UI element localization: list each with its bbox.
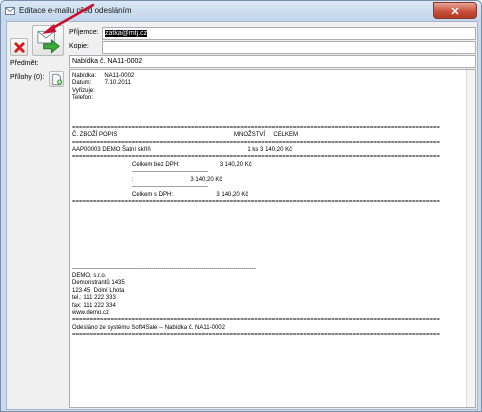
envelope-send-icon xyxy=(37,30,60,54)
delete-button[interactable] xyxy=(10,38,28,56)
window-title: Editace e-mailu před odesláním xyxy=(19,6,132,15)
title-bar: Editace e-mailu před odesláním ✕ xyxy=(1,1,481,21)
red-x-icon xyxy=(14,42,25,53)
email-body-text: Nabídka: NA11-0002 Datum: 7.10.2011 Vyři… xyxy=(72,73,440,339)
close-button[interactable]: ✕ xyxy=(433,2,477,19)
subject-label: Předmět: xyxy=(10,60,39,67)
send-button[interactable] xyxy=(32,25,64,56)
to-label: Příjemce: xyxy=(69,29,99,36)
email-edit-window: Editace e-mailu před odesláním ✕ Příjemc… xyxy=(0,0,482,412)
app-icon xyxy=(5,7,15,15)
attachments-label: Přílohy (0): xyxy=(10,74,45,81)
add-attachment-button[interactable] xyxy=(49,71,64,87)
close-icon: ✕ xyxy=(450,6,460,18)
to-value: zatka@mtj.cz xyxy=(105,30,148,37)
to-field[interactable]: zatka@mtj.cz xyxy=(102,27,476,40)
cc-field[interactable] xyxy=(102,41,476,54)
cc-label: Kopie: xyxy=(69,43,89,50)
attach-icon xyxy=(52,73,63,86)
vertical-scrollbar[interactable] xyxy=(466,70,475,407)
email-body[interactable]: Nabídka: NA11-0002 Datum: 7.10.2011 Vyři… xyxy=(69,69,476,408)
dialog-body: Příjemce: Kopie: Předmět: Přílohy (0): z… xyxy=(6,21,478,410)
subject-field[interactable]: Nabídka č. NA11-0002 xyxy=(69,55,476,68)
